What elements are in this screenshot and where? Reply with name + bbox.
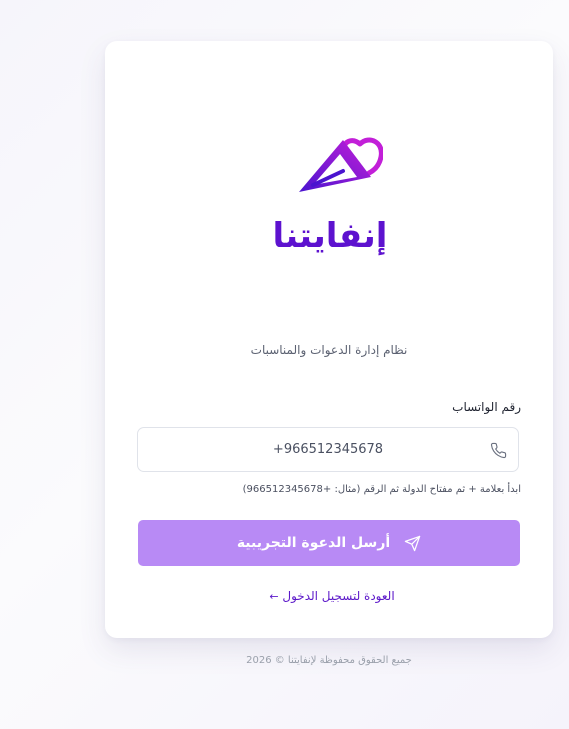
paper-plane-heart-icon [299,137,383,192]
brand-name: إنفايتنا [272,216,388,256]
whatsapp-input[interactable] [138,428,518,471]
phone-icon [490,442,507,459]
back-to-login-label: العودة لتسجيل الدخول [282,589,395,603]
back-to-login-link[interactable]: العودة لتسجيل الدخول ← [105,589,553,603]
page-subtitle: نظام إدارة الدعوات والمناسبات [250,343,408,357]
send-test-invite-button[interactable]: أرسل الدعوة التجريبية [138,520,520,566]
whatsapp-field-label: رقم الواتساب [452,400,521,414]
phone-format-hint: ابدأ بعلامة + ثم مفتاح الدولة ثم الرقم (… [242,484,521,495]
arrow-left-icon: ← [269,590,279,603]
whatsapp-field[interactable] [137,427,519,472]
send-test-invite-label: أرسل الدعوة التجريبية [236,535,391,551]
copyright-footer: جميع الحقوق محفوظة لإنفايتنا © 2026 [246,655,412,666]
login-card: إنفايتنا نظام إدارة الدعوات والمناسبات ر… [105,41,553,638]
send-icon [404,535,421,551]
